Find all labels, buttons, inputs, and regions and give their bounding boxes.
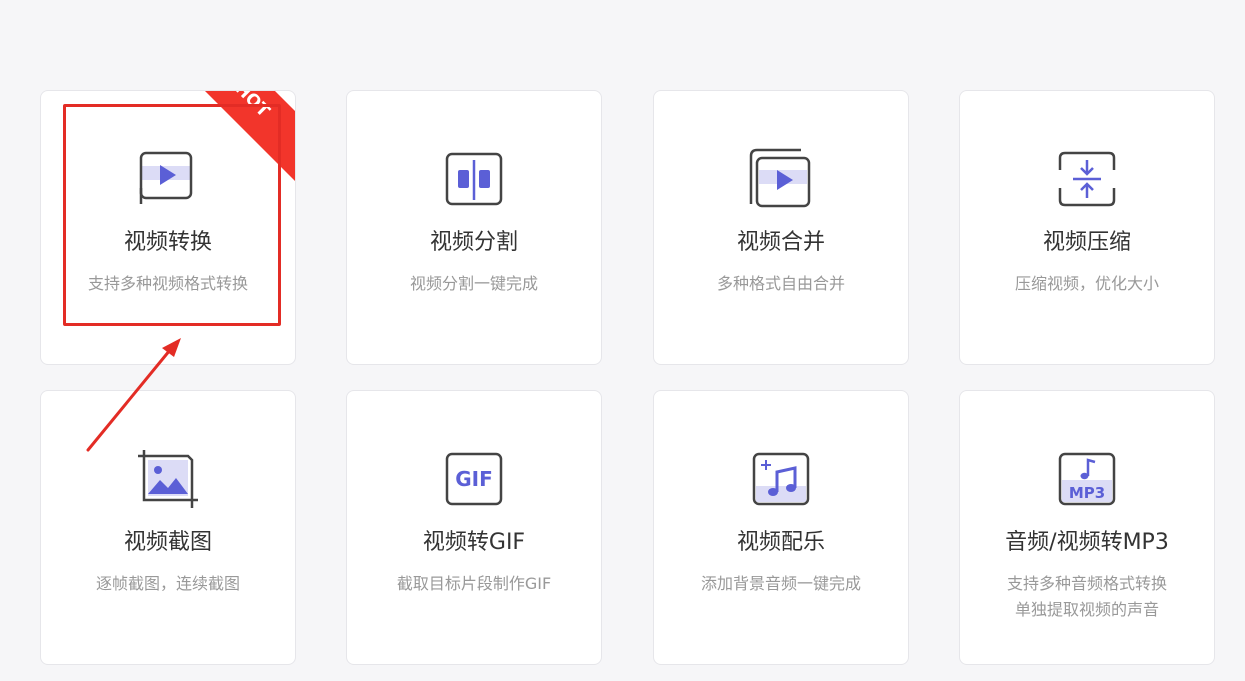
card-title: 视频合并 — [736, 230, 825, 255]
hot-badge: HOT — [204, 91, 295, 182]
card-description: 截取目标片段制作GIF — [396, 574, 552, 593]
card-video-merge[interactable]: 视频合并 多种格式自由合并 — [653, 90, 909, 365]
video-merge-icon — [749, 148, 813, 212]
card-title: 视频截图 — [123, 530, 212, 555]
card-title: 音频/视频转MP3 — [1005, 530, 1169, 555]
card-video-music[interactable]: 视频配乐 添加背景音频一键完成 — [653, 390, 909, 665]
card-title: 视频分割 — [429, 230, 518, 255]
card-video-screenshot[interactable]: 视频截图 逐帧截图，连续截图 — [40, 390, 296, 665]
card-video-split[interactable]: 视频分割 视频分割一键完成 — [346, 90, 602, 365]
music-note-icon — [749, 448, 813, 512]
card-description: 添加背景音频一键完成 — [700, 574, 861, 593]
card-video-compress[interactable]: 视频压缩 压缩视频，优化大小 — [959, 90, 1215, 365]
card-title: 视频配乐 — [736, 530, 825, 555]
card-description: 视频分割一键完成 — [409, 274, 538, 293]
card-description: 支持多种音频格式转换 单独提取视频的声音 — [1006, 574, 1167, 619]
card-description: 多种格式自由合并 — [716, 274, 845, 293]
card-description: 压缩视频，优化大小 — [1014, 274, 1159, 293]
card-video-to-gif[interactable]: GIF 视频转GIF 截取目标片段制作GIF — [346, 390, 602, 665]
video-screenshot-icon — [136, 448, 200, 512]
mp3-icon: MP3 — [1055, 448, 1119, 512]
card-title: 视频转GIF — [422, 530, 526, 555]
card-video-convert[interactable]: 视频转换 支持多种视频格式转换 HOT — [40, 90, 296, 365]
card-title: 视频压缩 — [1042, 230, 1131, 255]
video-compress-icon — [1055, 148, 1119, 212]
video-split-icon — [442, 148, 506, 212]
gif-icon: GIF — [442, 448, 506, 512]
gif-icon-label: GIF — [455, 467, 493, 491]
mp3-icon-label: MP3 — [1069, 484, 1105, 502]
card-description: 支持多种视频格式转换 — [87, 274, 248, 293]
card-to-mp3[interactable]: MP3 音频/视频转MP3 支持多种音频格式转换 单独提取视频的声音 — [959, 390, 1215, 665]
card-title: 视频转换 — [123, 230, 212, 255]
video-convert-icon — [136, 148, 200, 212]
card-description: 逐帧截图，连续截图 — [95, 574, 240, 593]
